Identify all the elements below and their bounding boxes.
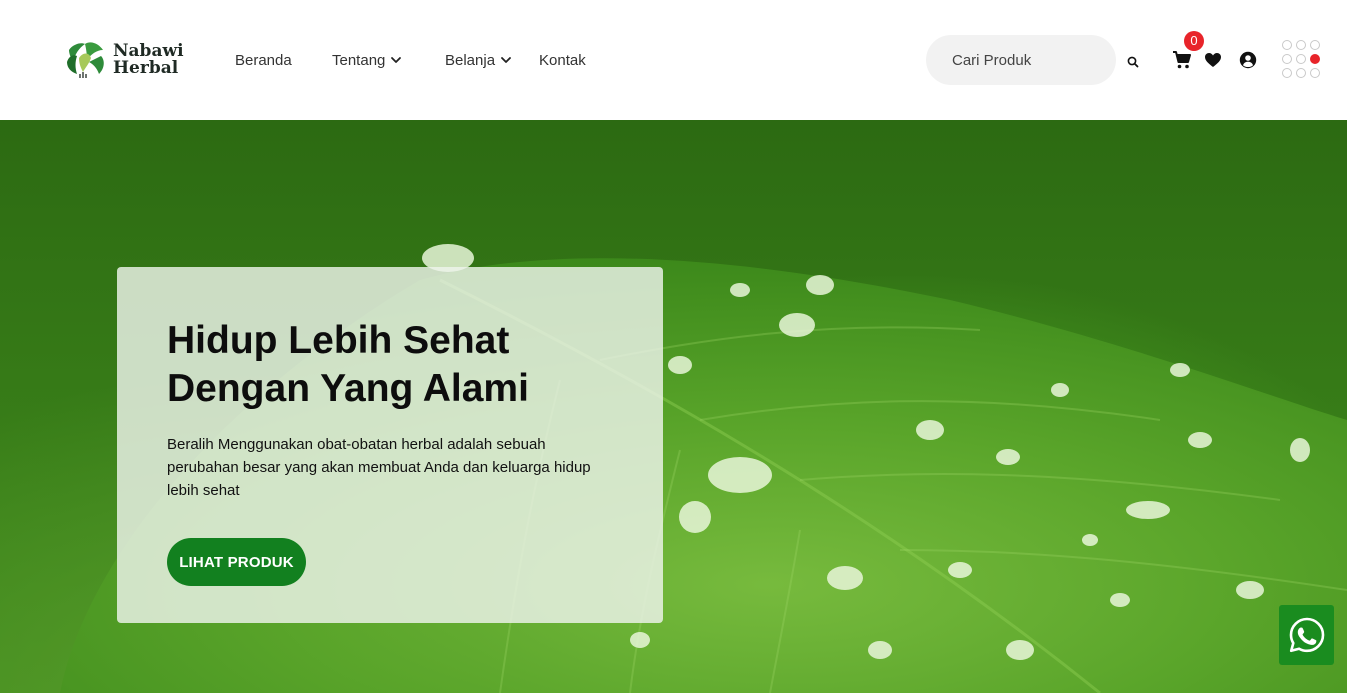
nav-item-beranda[interactable]: Beranda [235, 52, 292, 69]
menu-dot [1296, 68, 1306, 78]
hero-banner: Hidup Lebih Sehat Dengan Yang Alami Bera… [0, 120, 1347, 693]
search-icon[interactable] [1126, 55, 1140, 69]
heart-icon[interactable] [1204, 52, 1222, 68]
nav-item-belanja[interactable]: Belanja [445, 52, 512, 69]
site-header: Nabawi Herbal Beranda Tentang Belanja Ko… [0, 0, 1347, 120]
brand-logo[interactable]: Nabawi Herbal [63, 38, 188, 82]
hero-title: Hidup Lebih Sehat Dengan Yang Alami [167, 317, 627, 413]
nav-item-tentang[interactable]: Tentang [332, 52, 402, 69]
nav-label: Beranda [235, 51, 292, 69]
user-circle-icon[interactable] [1239, 51, 1257, 69]
menu-dot [1296, 40, 1306, 50]
menu-dot-active [1310, 54, 1320, 64]
hero-title-line-2: Dengan Yang Alami [167, 367, 529, 410]
nav-label: Kontak [539, 51, 586, 69]
menu-dot [1282, 68, 1292, 78]
menu-dot [1282, 54, 1292, 64]
whatsapp-icon [1289, 617, 1324, 653]
cart-icon[interactable] [1172, 50, 1192, 70]
search-input[interactable] [952, 51, 1102, 69]
hero-title-line-1: Hidup Lebih Sehat [167, 319, 510, 362]
chevron-down-icon [391, 57, 402, 63]
view-products-button[interactable]: LIHAT PRODUK [167, 538, 306, 586]
brand-line-2: Herbal [113, 58, 179, 78]
menu-dot [1310, 40, 1320, 50]
nav-label: Tentang [332, 51, 386, 69]
menu-dot [1296, 54, 1306, 64]
chevron-down-icon [501, 57, 511, 63]
brand-name: Nabawi Herbal [113, 43, 184, 77]
menu-dot [1310, 68, 1320, 78]
grid-dots-icon[interactable] [1282, 40, 1324, 82]
hero-description: Beralih Menggunakan obat-obatan herbal a… [167, 436, 591, 499]
hero-card: Hidup Lebih Sehat Dengan Yang Alami Bera… [117, 267, 663, 623]
search-bar [926, 35, 1116, 85]
logo-leaf-icon [67, 42, 104, 78]
menu-dot [1282, 40, 1292, 50]
nav-item-kontak[interactable]: Kontak [539, 52, 586, 69]
whatsapp-button[interactable] [1279, 605, 1334, 665]
cart-count-badge: 0 [1184, 31, 1204, 51]
nav-label: Belanja [445, 51, 496, 69]
